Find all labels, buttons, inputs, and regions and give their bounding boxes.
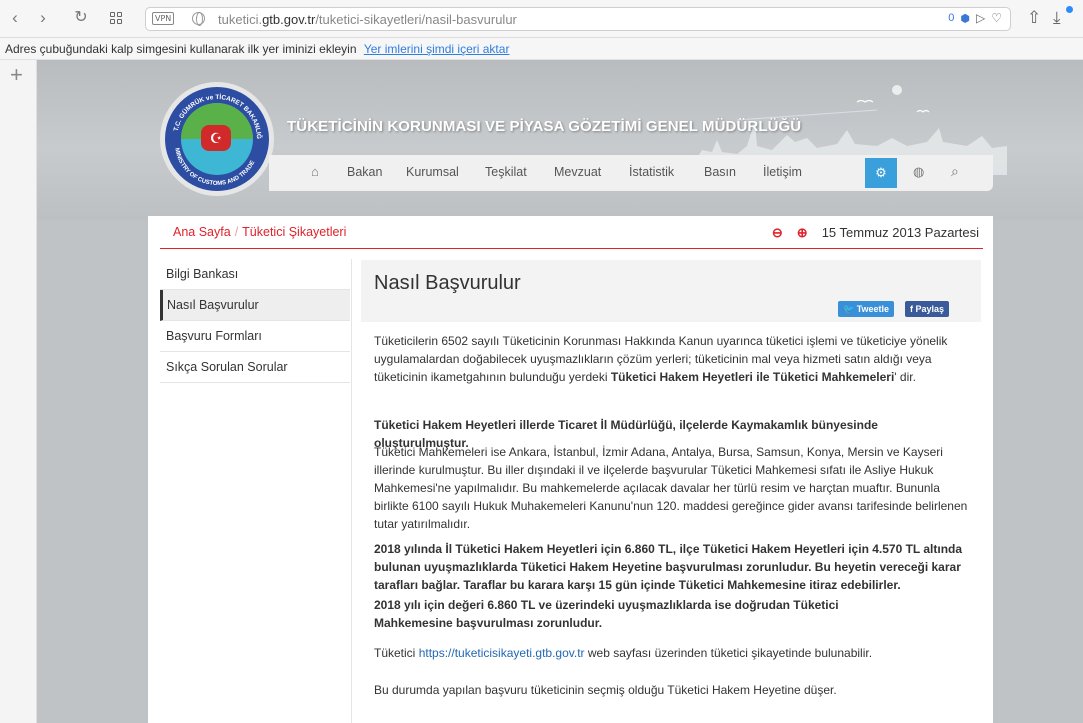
- breadcrumb-divider: [160, 248, 983, 249]
- reload-icon[interactable]: ↻: [72, 8, 90, 28]
- breadcrumb-home[interactable]: Ana Sayfa: [173, 225, 231, 239]
- search-icon[interactable]: ⌕: [951, 163, 959, 180]
- page-title: Nasıl Başvurulur: [374, 272, 521, 294]
- nav-basin[interactable]: Basın: [704, 165, 736, 179]
- home-icon[interactable]: ⌂: [311, 164, 319, 179]
- adblock-shield-icon[interactable]: ⬢: [960, 12, 970, 25]
- date-area: ⊖ ⊕ 15 Temmuz 2013 Pazartesi: [772, 225, 979, 241]
- sidebar-item-bilgi-bankasi[interactable]: Bilgi Bankası: [160, 259, 350, 290]
- nav-iletisim[interactable]: İletişim: [763, 165, 802, 179]
- svg-text:T.C. GÜMRÜK ve TİCARET BAKANLI: T.C. GÜMRÜK ve TİCARET BAKANLIĞI: [165, 87, 264, 139]
- current-date: 15 Temmuz 2013 Pazartesi: [821, 225, 979, 240]
- add-panel-icon[interactable]: +: [10, 64, 23, 86]
- paragraph-2018-direct: 2018 yılı için değeri 6.860 TL ve üzerin…: [374, 598, 839, 630]
- content-panel: Ana Sayfa / Tüketici Şikayetleri ⊖ ⊕ 15 Temm…: [148, 216, 993, 723]
- ministry-logo[interactable]: ☪ T.C. GÜMRÜK ve TİCARET BAKANLIĞI MINIS…: [160, 82, 274, 196]
- paragraph-result: Bu durumda yapılan başvuru tüketicinin s…: [374, 683, 837, 697]
- heart-icon[interactable]: ♡: [991, 11, 1002, 25]
- sidebar-item-basvuru-formlari[interactable]: Başvuru Formları: [160, 321, 350, 352]
- paragraph-intro: Tüketicilerin 6502 sayılı Tüketicinin Ko…: [374, 334, 948, 384]
- logo-ring-text: T.C. GÜMRÜK ve TİCARET BAKANLIĞI MINISTR…: [165, 87, 264, 188]
- breadcrumb-current[interactable]: Tüketici Şikayetleri: [242, 225, 346, 239]
- speed-dial-icon[interactable]: [110, 12, 122, 24]
- forward-icon[interactable]: ›: [34, 8, 52, 28]
- browser-toolbar: ‹ › ↻ VPN tuketici.gtb.gov.tr/tuketici-s…: [0, 0, 1083, 38]
- url-text[interactable]: tuketici.gtb.gov.tr/tuketici-sikayetleri…: [218, 12, 517, 27]
- browser-side-panel: +: [0, 60, 37, 723]
- zoom-out-icon[interactable]: ⊖: [772, 225, 783, 240]
- vpn-badge[interactable]: VPN: [152, 12, 175, 25]
- web-page: ☪ T.C. GÜMRÜK ve TİCARET BAKANLIĞI MINIS…: [37, 60, 1083, 723]
- download-badge: [1066, 6, 1073, 13]
- sidebar-item-nasil-basvurulur[interactable]: Nasıl Başvurulur: [160, 290, 350, 321]
- facebook-share-button[interactable]: f Paylaş: [905, 301, 950, 317]
- svg-text:MINISTRY OF CUSTOMS AND TRADE: MINISTRY OF CUSTOMS AND TRADE: [173, 148, 256, 188]
- main-nav: ⌂ Bakan Kurumsal Teşkilat Mevzuat İstati…: [269, 155, 993, 191]
- column-divider: [351, 259, 352, 723]
- blocker-count: 0: [948, 12, 955, 24]
- breadcrumb: Ana Sayfa / Tüketici Şikayetleri: [173, 225, 347, 239]
- side-menu: Bilgi Bankası Nasıl Başvurulur Başvuru F…: [160, 259, 350, 383]
- import-bookmarks-link[interactable]: Yer imlerini şimdi içeri aktar: [364, 42, 510, 56]
- site-info-icon[interactable]: [192, 12, 205, 26]
- bookmark-hint: Adres çubuğundaki kalp simgesini kullana…: [5, 42, 357, 56]
- download-icon[interactable]: ⤓: [1053, 8, 1061, 28]
- share-icon[interactable]: ⇧: [1027, 8, 1041, 28]
- language-icon[interactable]: ◍: [913, 164, 924, 180]
- bookmarks-bar: Adres çubuğundaki kalp simgesini kullana…: [0, 38, 1083, 60]
- nav-istatistik[interactable]: İstatistik: [629, 165, 674, 179]
- header-banner: ☪ T.C. GÜMRÜK ve TİCARET BAKANLIĞI MINIS…: [37, 60, 1083, 220]
- paragraph-2018-limits: 2018 yılında İl Tüketici Hakem Heyetleri…: [374, 542, 963, 592]
- back-icon[interactable]: ‹: [6, 8, 24, 28]
- nav-bakan[interactable]: Bakan: [347, 165, 382, 179]
- nav-teskilat[interactable]: Teşkilat: [485, 165, 527, 179]
- paragraph-online: Tüketici https://tuketicisikayeti.gtb.go…: [374, 646, 873, 660]
- site-title[interactable]: TÜKETİCİNİN KORUNMASI VE PİYASA GÖZETİMİ…: [287, 118, 801, 135]
- sidebar-item-sss[interactable]: Sıkça Sorulan Sorular: [160, 352, 350, 383]
- zoom-in-icon[interactable]: ⊕: [797, 225, 808, 240]
- nav-mevzuat[interactable]: Mevzuat: [554, 165, 601, 179]
- address-bar[interactable]: VPN tuketici.gtb.gov.tr/tuketici-sikayet…: [145, 7, 1011, 31]
- nav-kurumsal[interactable]: Kurumsal: [406, 165, 459, 179]
- play-icon[interactable]: ▷: [976, 11, 985, 25]
- tweet-button[interactable]: 🐦 Tweetle: [838, 301, 895, 317]
- paragraph-mahkemeler: Tüketici Mahkemeleri ise Ankara, İstanbu…: [374, 445, 968, 531]
- settings-icon[interactable]: ⚙: [865, 158, 897, 188]
- complaint-site-link[interactable]: https://tuketicisikayeti.gtb.gov.tr: [419, 646, 585, 660]
